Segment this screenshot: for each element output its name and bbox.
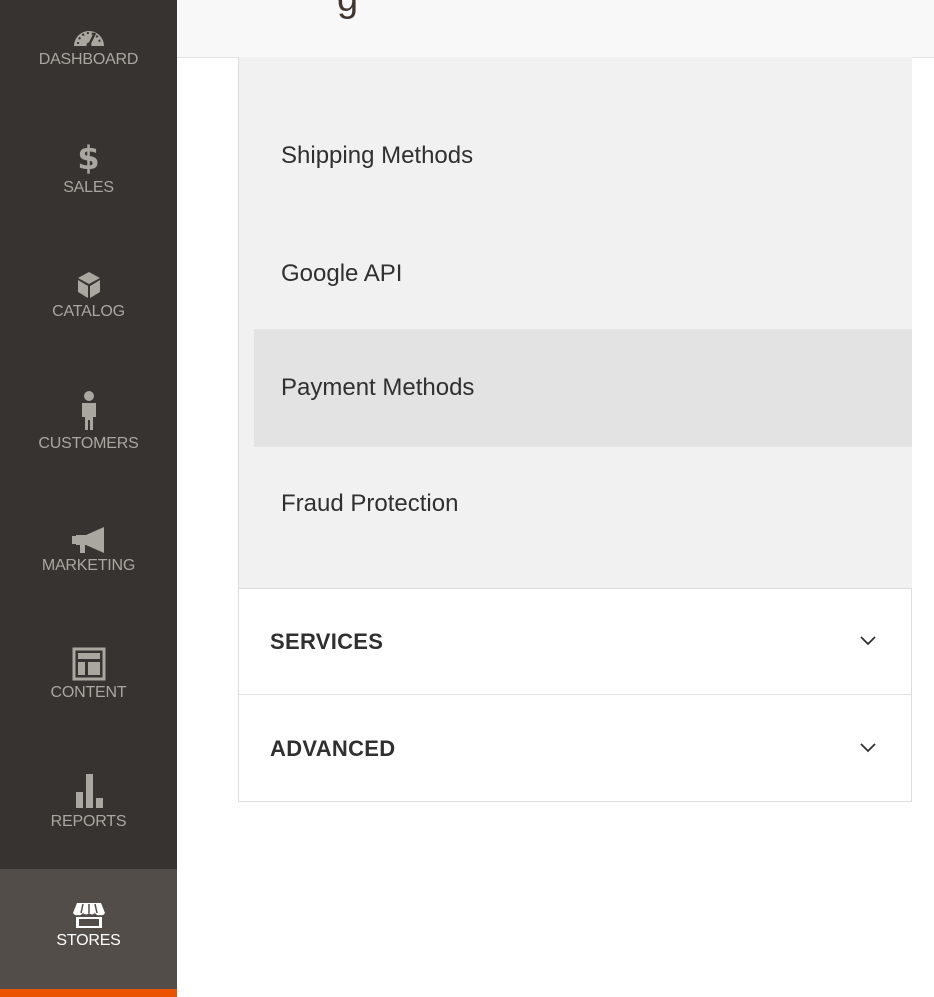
nav-item-catalog[interactable]: CATALOG bbox=[0, 268, 177, 321]
page-title: g bbox=[337, 0, 358, 21]
storefront-icon bbox=[72, 869, 106, 929]
tab-label: Fraud Protection bbox=[281, 490, 459, 517]
nav-item-customers[interactable]: CUSTOMERS bbox=[0, 388, 177, 453]
megaphone-icon bbox=[71, 524, 106, 554]
nav-item-content[interactable]: CONTENT bbox=[0, 641, 177, 702]
chevron-down-icon bbox=[860, 740, 876, 758]
nav-label: SALES bbox=[63, 179, 114, 196]
bar-chart-icon bbox=[74, 766, 104, 810]
nav-label: STORES bbox=[56, 932, 121, 949]
nav-item-dashboard[interactable]: DASHBOARD bbox=[0, 22, 177, 69]
sales-subnav: Shipping Methods Google API Payment Meth… bbox=[239, 57, 912, 589]
nav-label: CUSTOMERS bbox=[38, 435, 139, 452]
tab-fraud-protection[interactable]: Fraud Protection bbox=[254, 445, 912, 563]
nav-item-marketing[interactable]: MARKETING bbox=[0, 524, 177, 575]
nav-label: DASHBOARD bbox=[38, 51, 139, 68]
section-title: ADVANCED bbox=[270, 736, 396, 761]
nav-label: CONTENT bbox=[50, 684, 127, 701]
layout-icon bbox=[72, 641, 106, 681]
box-icon bbox=[76, 268, 102, 300]
tab-payment-methods[interactable]: Payment Methods bbox=[254, 329, 912, 447]
section-advanced[interactable]: ADVANCED bbox=[239, 696, 912, 802]
person-icon bbox=[78, 388, 100, 432]
nav-item-stores[interactable]: STORES bbox=[0, 869, 177, 989]
nav-label: REPORTS bbox=[50, 813, 127, 830]
tab-label: Shipping Methods bbox=[281, 142, 474, 169]
admin-sidebar: DASHBOARD $ SALES CATALOG CUSTOMERS MARK… bbox=[0, 0, 177, 997]
tab-label: Google API bbox=[281, 260, 403, 287]
tab-label: Payment Methods bbox=[281, 374, 475, 401]
active-accent-bar bbox=[0, 989, 177, 997]
nav-item-reports[interactable]: REPORTS bbox=[0, 766, 177, 831]
config-tabs-panel: Shipping Methods Google API Payment Meth… bbox=[238, 57, 912, 802]
page-header: g bbox=[177, 0, 934, 58]
dashboard-icon bbox=[71, 22, 107, 48]
nav-item-sales[interactable]: $ SALES bbox=[0, 140, 177, 197]
section-title: SERVICES bbox=[270, 628, 384, 654]
chevron-down-icon bbox=[860, 633, 876, 651]
dollar-icon: $ bbox=[77, 139, 100, 177]
nav-label: MARKETING bbox=[41, 557, 136, 574]
tab-google-api[interactable]: Google API bbox=[254, 215, 912, 333]
section-services[interactable]: SERVICES bbox=[239, 589, 912, 695]
tab-shipping-methods[interactable]: Shipping Methods bbox=[254, 97, 912, 215]
nav-label: CATALOG bbox=[52, 303, 125, 320]
